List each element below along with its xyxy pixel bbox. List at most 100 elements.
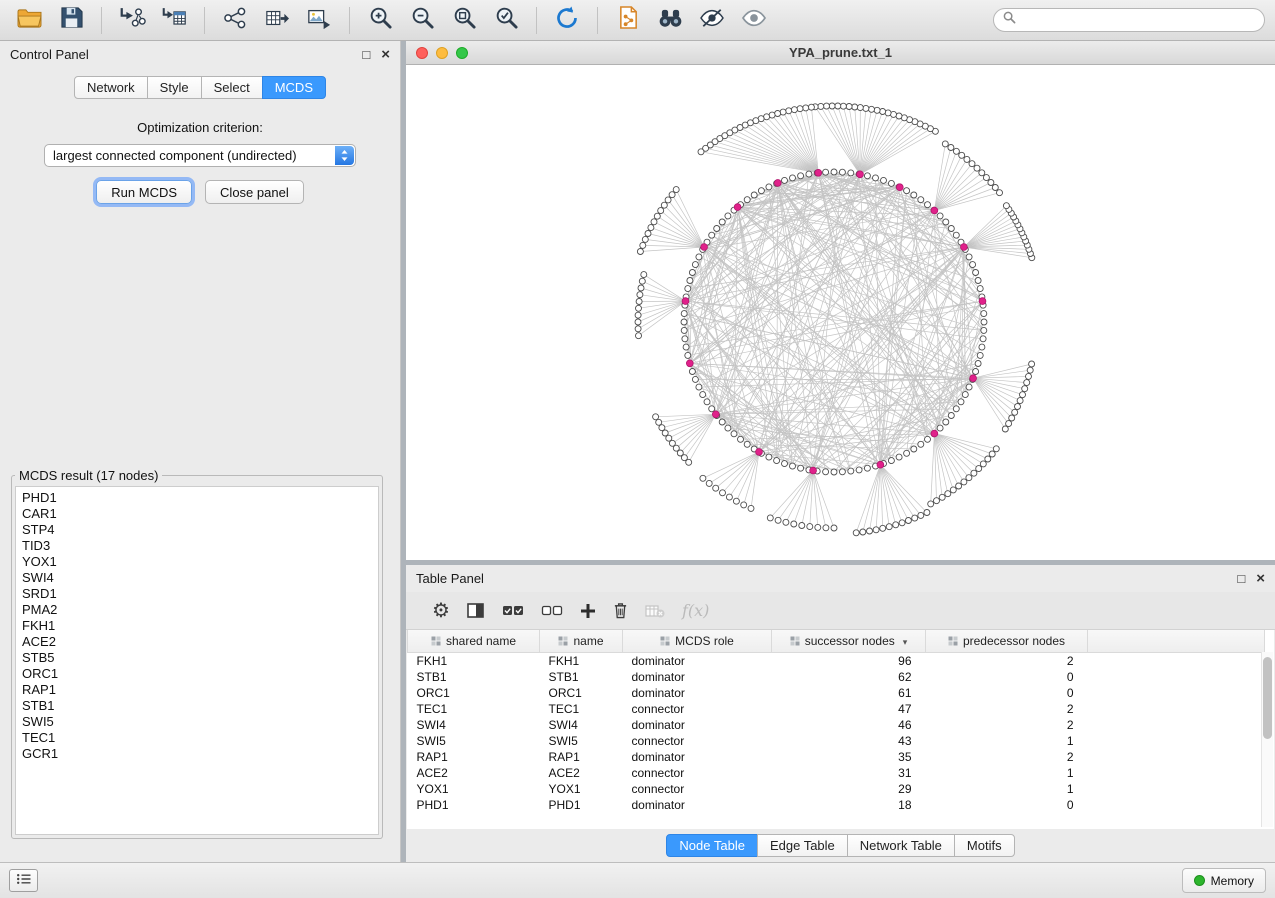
import-network-button[interactable] [113,4,151,37]
mcds-result-item[interactable]: SWI5 [22,714,372,730]
zoom-selected-button[interactable] [487,4,525,37]
float-table-panel-icon[interactable]: □ [1237,572,1245,585]
show-graphical-details-button[interactable] [693,4,731,37]
unselect-all-columns-icon[interactable] [541,604,563,618]
select-all-columns-icon[interactable] [502,604,524,618]
mcds-result-item[interactable]: YOX1 [22,554,372,570]
show-panels-button[interactable] [9,869,38,892]
column-header-predecessor-nodes[interactable]: predecessor nodes [926,630,1088,653]
network-window-titlebar[interactable]: YPA_prune.txt_1 [406,41,1275,65]
tab-select[interactable]: Select [201,76,263,99]
zoom-out-button[interactable] [403,4,441,37]
criterion-dropdown[interactable]: largest connected component (undirected) [44,144,356,167]
close-window-icon[interactable] [416,47,428,59]
mcds-result-item[interactable]: SRD1 [22,586,372,602]
search-binoculars-button[interactable] [651,4,689,37]
table-row[interactable]: FKH1FKH1dominator962 [408,653,1265,670]
table-row[interactable]: STB1STB1dominator620 [408,669,1265,685]
tab-network[interactable]: Network [74,76,148,99]
mcds-result-item[interactable]: ACE2 [22,634,372,650]
hide-graphical-details-button[interactable] [735,4,773,37]
toolbar-separator [536,7,537,34]
mcds-result-item[interactable]: TID3 [22,538,372,554]
mcds-result-item[interactable]: STP4 [22,522,372,538]
save-session-button[interactable] [52,4,90,37]
tab-style[interactable]: Style [147,76,202,99]
delete-column-icon[interactable] [613,602,628,619]
column-header-successor-nodes[interactable]: successor nodes▾ [772,630,926,653]
table-row[interactable]: SWI5SWI5connector431 [408,733,1265,749]
dropdown-arrows-icon [335,146,354,165]
table-settings-gear-icon[interactable]: ⚙ [432,601,450,621]
run-mcds-button[interactable]: Run MCDS [96,180,192,204]
search-icon [1003,11,1016,29]
close-table-panel-icon[interactable]: × [1256,572,1265,585]
scrollbar-thumb[interactable] [1263,657,1272,739]
minimize-window-icon[interactable] [436,47,448,59]
mcds-result-item[interactable]: PMA2 [22,602,372,618]
export-document-button[interactable] [609,4,647,37]
mcds-result-item[interactable]: TEC1 [22,730,372,746]
share-network-icon [222,6,248,35]
table-tabs: Node TableEdge TableNetwork TableMotifs [666,834,1014,857]
search-input[interactable] [1022,12,1255,29]
binoculars-icon [657,6,684,34]
mcds-result-item[interactable]: STB5 [22,650,372,666]
table-row[interactable]: SWI4SWI4dominator462 [408,717,1265,733]
column-header-shared-name[interactable]: shared name [408,630,540,653]
window-controls [416,47,468,59]
column-header-MCDS-role[interactable]: MCDS role [623,630,772,653]
export-image-button[interactable] [300,4,338,37]
table-scrollbar[interactable] [1261,652,1273,827]
table-toolbar: ⚙ f(x) [406,592,1275,630]
close-panel-icon[interactable]: × [381,48,390,61]
mcds-result-item[interactable]: CAR1 [22,506,372,522]
import-table-icon [160,5,188,35]
mcds-result-item[interactable]: FKH1 [22,618,372,634]
mcds-result-list[interactable]: PHD1CAR1STP4TID3YOX1SWI4SRD1PMA2FKH1ACE2… [15,486,379,835]
export-table-button[interactable] [258,4,296,37]
create-column-icon[interactable] [580,603,596,619]
zoom-fit-icon [452,5,477,35]
mcds-result-item[interactable]: RAP1 [22,682,372,698]
show-columns-icon[interactable] [467,603,485,619]
zoom-selected-icon [494,5,519,35]
delete-table-icon [645,604,665,618]
mcds-result-item[interactable]: ORC1 [22,666,372,682]
table-row[interactable]: PHD1PHD1dominator180 [408,797,1265,813]
table-row[interactable]: RAP1RAP1dominator352 [408,749,1265,765]
open-session-button[interactable] [10,4,48,37]
tab-mcds[interactable]: MCDS [262,76,326,99]
column-type-icon [660,635,670,649]
table-tab-motifs[interactable]: Motifs [954,834,1015,857]
mcds-result-item[interactable]: STB1 [22,698,372,714]
table-row[interactable]: YOX1YOX1connector291 [408,781,1265,797]
table-tab-network-table[interactable]: Network Table [847,834,955,857]
sort-chevron-icon: ▾ [903,637,908,647]
network-canvas[interactable] [406,65,1275,560]
mcds-result-item[interactable]: GCR1 [22,746,372,762]
network-search-box[interactable] [993,8,1265,32]
zoom-in-button[interactable] [361,4,399,37]
memory-button[interactable]: Memory [1182,868,1266,893]
table-row[interactable]: TEC1TEC1connector472 [408,701,1265,717]
control-panel-titlebar: Control Panel □ × [0,41,400,68]
column-header-name[interactable]: name [540,630,623,653]
export-network-button[interactable] [216,4,254,37]
column-type-icon [790,635,800,649]
mcds-result-item[interactable]: SWI4 [22,570,372,586]
zoom-fit-button[interactable] [445,4,483,37]
toolbar-separator [101,7,102,34]
maximize-window-icon[interactable] [456,47,468,59]
table-tab-edge-table[interactable]: Edge Table [757,834,848,857]
import-table-button[interactable] [155,4,193,37]
table-row[interactable]: ACE2ACE2connector311 [408,765,1265,781]
float-panel-icon[interactable]: □ [362,48,370,61]
mcds-result-item[interactable]: PHD1 [22,490,372,506]
table-tab-node-table[interactable]: Node Table [666,834,758,857]
refresh-view-button[interactable] [548,4,586,37]
cytoscape-app: Control Panel □ × NetworkStyleSelectMCDS… [0,0,1275,898]
optimization-criterion-label: Optimization criterion: [0,120,400,135]
table-row[interactable]: ORC1ORC1dominator610 [408,685,1265,701]
close-panel-button[interactable]: Close panel [205,180,304,204]
